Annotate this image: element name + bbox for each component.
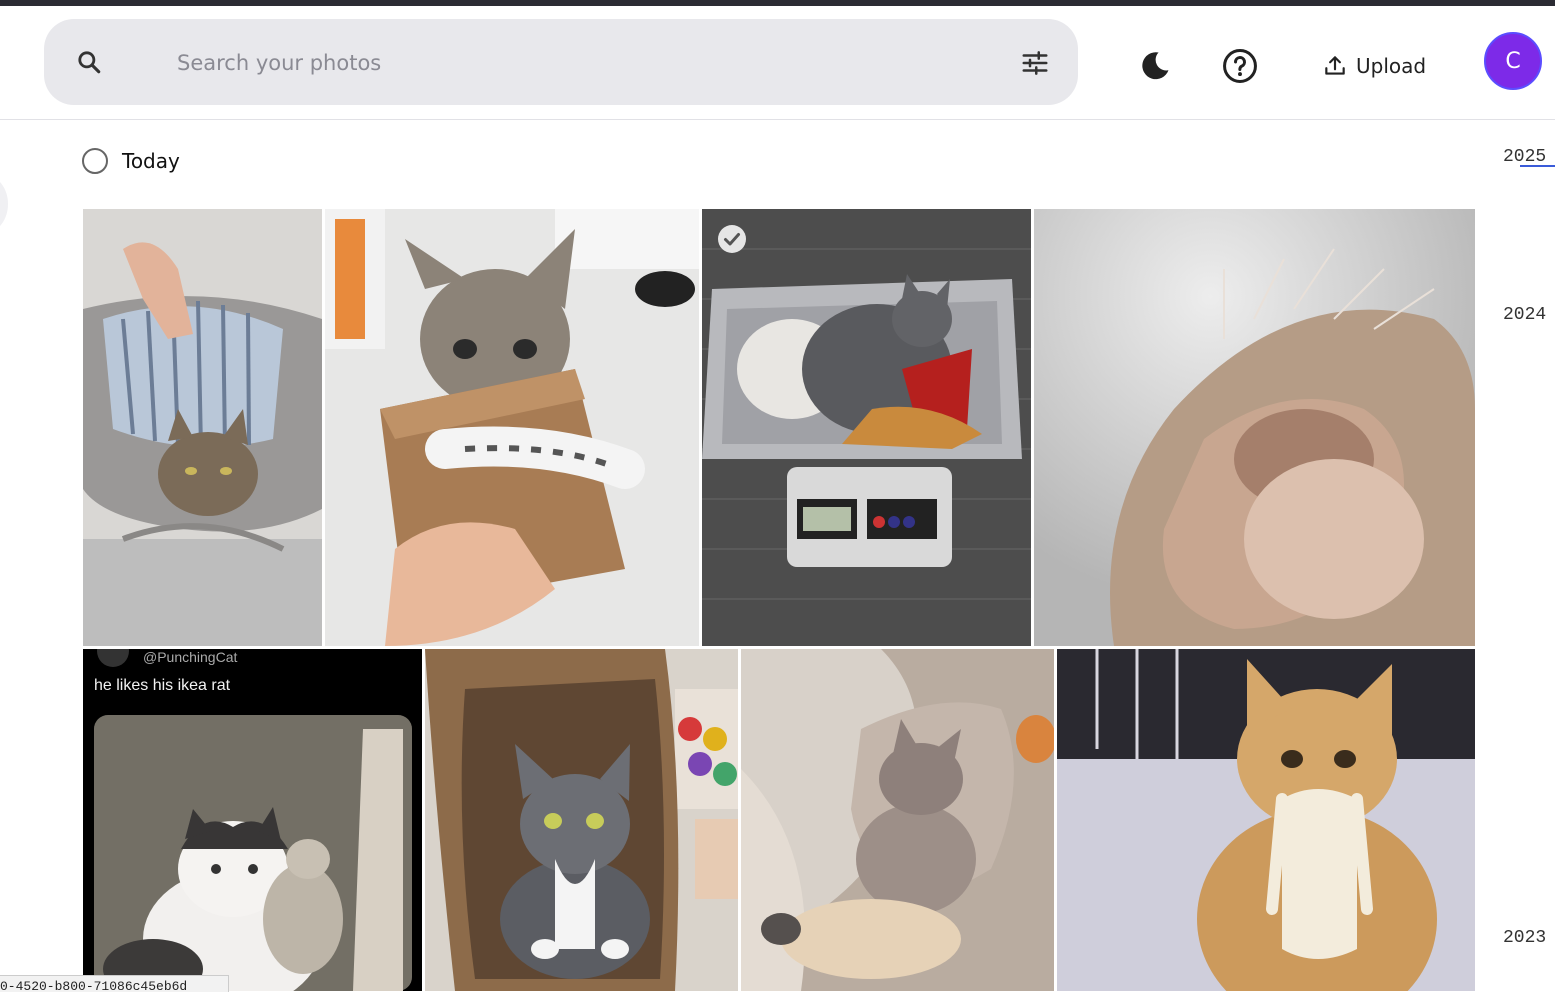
help-question-icon[interactable] (1222, 48, 1258, 84)
photo-orange-cat-mustache (1057, 649, 1475, 991)
timeline-year[interactable]: 2023 (1503, 928, 1546, 948)
photo-cat-nose-closeup (1034, 209, 1475, 646)
tweet-text: he likes his ikea rat (94, 677, 231, 694)
photo-tile[interactable] (702, 209, 1031, 646)
photo-tile[interactable]: @PunchingCat he likes his ikea rat (83, 649, 422, 991)
app-header: Upload C (0, 6, 1555, 120)
dark-mode-moon-icon[interactable] (1138, 49, 1172, 83)
search-bar[interactable] (44, 19, 1078, 105)
upload-label: Upload (1356, 54, 1427, 78)
avatar-initial: C (1505, 48, 1521, 74)
timeline-year[interactable]: 2025 (1503, 147, 1546, 167)
side-panel-edge (0, 175, 8, 233)
tweet-username: @PunchingCat (143, 649, 238, 665)
photo-tile[interactable] (425, 649, 738, 991)
timeline-year[interactable]: 2024 (1503, 305, 1546, 325)
selected-check-icon[interactable] (716, 223, 748, 255)
status-bar-url: 0-4520-b800-71086c45eb6d (0, 975, 229, 992)
photo-tile[interactable] (741, 649, 1054, 991)
photo-kitten-in-box (325, 209, 699, 646)
date-group-label: Today (122, 149, 180, 173)
select-group-checkbox[interactable] (82, 148, 108, 174)
photo-sphynx-cat (741, 649, 1054, 991)
photo-cat-in-paper-bag (425, 649, 738, 991)
date-group-header: Today (82, 148, 180, 174)
search-input[interactable] (175, 45, 999, 81)
user-avatar[interactable]: C (1484, 32, 1542, 90)
timeline-position-marker (1520, 165, 1555, 167)
photo-tile[interactable] (1057, 649, 1475, 991)
upload-button[interactable]: Upload (1322, 46, 1426, 86)
photo-tweet-cat-with-rat (83, 649, 422, 991)
search-icon (78, 51, 101, 74)
photo-tile[interactable] (83, 209, 322, 646)
upload-icon (1325, 56, 1345, 75)
photo-cat-in-bag (83, 209, 322, 646)
photo-kitten-on-scale (702, 209, 1031, 646)
filter-sliders-icon[interactable] (1020, 48, 1050, 78)
photo-tile[interactable] (325, 209, 699, 646)
photo-tile[interactable] (1034, 209, 1475, 646)
